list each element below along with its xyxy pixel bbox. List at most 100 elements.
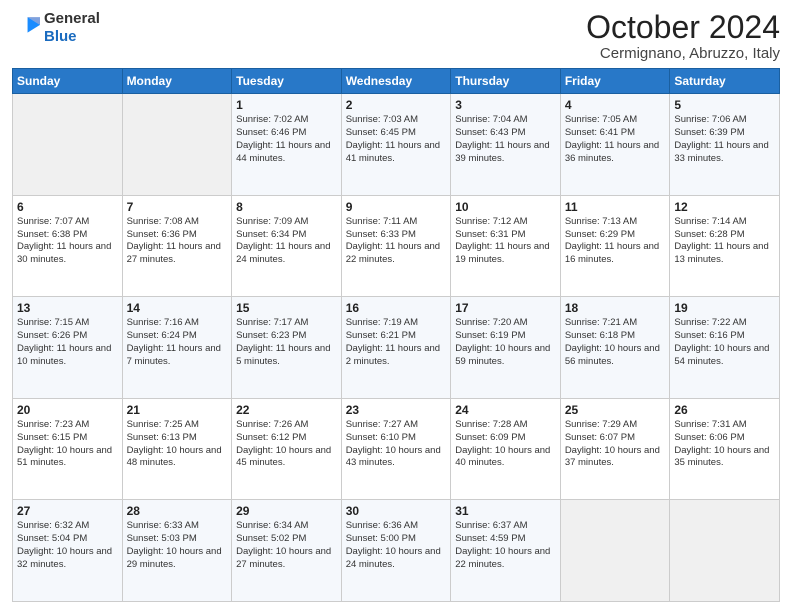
location: Cermignano, Abruzzo, Italy: [586, 45, 780, 62]
calendar-cell: 25 Sunrise: 7:29 AM Sunset: 6:07 PM Dayli…: [560, 398, 670, 500]
day-info: Sunrise: 7:08 AM Sunset: 6:36 PM Dayligh…: [127, 216, 228, 267]
day-number: 21: [127, 403, 228, 417]
logo-text: General Blue: [44, 10, 100, 46]
day-number: 10: [455, 200, 556, 214]
day-info: Sunrise: 6:34 AM Sunset: 5:02 PM Dayligh…: [236, 520, 337, 571]
calendar-cell: 12 Sunrise: 7:14 AM Sunset: 6:28 PM Dayli…: [670, 195, 780, 297]
calendar-cell: 26 Sunrise: 7:31 AM Sunset: 6:06 PM Dayli…: [670, 398, 780, 500]
day-number: 25: [565, 403, 666, 417]
calendar-cell: 10 Sunrise: 7:12 AM Sunset: 6:31 PM Dayli…: [451, 195, 561, 297]
day-number: 13: [17, 301, 118, 315]
calendar-cell: 27 Sunrise: 6:32 AM Sunset: 5:04 PM Dayli…: [13, 500, 123, 602]
day-number: 27: [17, 504, 118, 518]
title-block: October 2024 Cermignano, Abruzzo, Italy: [586, 10, 780, 62]
day-number: 20: [17, 403, 118, 417]
day-number: 30: [346, 504, 447, 518]
day-number: 4: [565, 98, 666, 112]
calendar-cell: 24 Sunrise: 7:28 AM Sunset: 6:09 PM Dayli…: [451, 398, 561, 500]
day-number: 11: [565, 200, 666, 214]
day-number: 19: [674, 301, 775, 315]
day-number: 12: [674, 200, 775, 214]
col-thursday: Thursday: [451, 69, 561, 94]
calendar-cell: [122, 94, 232, 196]
day-info: Sunrise: 7:09 AM Sunset: 6:34 PM Dayligh…: [236, 216, 337, 267]
day-number: 18: [565, 301, 666, 315]
day-number: 3: [455, 98, 556, 112]
day-info: Sunrise: 7:05 AM Sunset: 6:41 PM Dayligh…: [565, 114, 666, 165]
header: General Blue October 2024 Cermignano, Ab…: [12, 10, 780, 62]
calendar-cell: [13, 94, 123, 196]
day-info: Sunrise: 7:12 AM Sunset: 6:31 PM Dayligh…: [455, 216, 556, 267]
day-info: Sunrise: 7:06 AM Sunset: 6:39 PM Dayligh…: [674, 114, 775, 165]
month-title: October 2024: [586, 10, 780, 45]
day-info: Sunrise: 7:29 AM Sunset: 6:07 PM Dayligh…: [565, 419, 666, 470]
day-info: Sunrise: 6:32 AM Sunset: 5:04 PM Dayligh…: [17, 520, 118, 571]
day-number: 5: [674, 98, 775, 112]
calendar-cell: 6 Sunrise: 7:07 AM Sunset: 6:38 PM Daylig…: [13, 195, 123, 297]
calendar-cell: [560, 500, 670, 602]
calendar-cell: [670, 500, 780, 602]
day-info: Sunrise: 7:22 AM Sunset: 6:16 PM Dayligh…: [674, 317, 775, 368]
calendar-cell: 2 Sunrise: 7:03 AM Sunset: 6:45 PM Daylig…: [341, 94, 451, 196]
col-saturday: Saturday: [670, 69, 780, 94]
calendar-cell: 7 Sunrise: 7:08 AM Sunset: 6:36 PM Daylig…: [122, 195, 232, 297]
calendar-cell: 16 Sunrise: 7:19 AM Sunset: 6:21 PM Dayli…: [341, 297, 451, 399]
day-info: Sunrise: 7:11 AM Sunset: 6:33 PM Dayligh…: [346, 216, 447, 267]
day-info: Sunrise: 7:28 AM Sunset: 6:09 PM Dayligh…: [455, 419, 556, 470]
day-number: 6: [17, 200, 118, 214]
day-number: 22: [236, 403, 337, 417]
calendar-cell: 15 Sunrise: 7:17 AM Sunset: 6:23 PM Dayli…: [232, 297, 342, 399]
day-info: Sunrise: 7:25 AM Sunset: 6:13 PM Dayligh…: [127, 419, 228, 470]
calendar-cell: 17Sunrise: 7:20 AM Sunset: 6:19 PM Dayli…: [451, 297, 561, 399]
day-number: 9: [346, 200, 447, 214]
calendar-cell: 9 Sunrise: 7:11 AM Sunset: 6:33 PM Daylig…: [341, 195, 451, 297]
calendar-cell: 18 Sunrise: 7:21 AM Sunset: 6:18 PM Dayli…: [560, 297, 670, 399]
day-info: Sunrise: 7:02 AM Sunset: 6:46 PM Dayligh…: [236, 114, 337, 165]
col-sunday: Sunday: [13, 69, 123, 94]
day-info: Sunrise: 7:31 AM Sunset: 6:06 PM Dayligh…: [674, 419, 775, 470]
day-info: Sunrise: 7:23 AM Sunset: 6:15 PM Dayligh…: [17, 419, 118, 470]
calendar-cell: 11 Sunrise: 7:13 AM Sunset: 6:29 PM Dayli…: [560, 195, 670, 297]
day-number: 24: [455, 403, 556, 417]
calendar-cell: 28Sunrise: 6:33 AM Sunset: 5:03 PM Dayli…: [122, 500, 232, 602]
calendar-cell: 4 Sunrise: 7:05 AM Sunset: 6:41 PM Daylig…: [560, 94, 670, 196]
col-wednesday: Wednesday: [341, 69, 451, 94]
day-number: 29: [236, 504, 337, 518]
day-number: 7: [127, 200, 228, 214]
day-number: 2: [346, 98, 447, 112]
day-number: 8: [236, 200, 337, 214]
day-number: 26: [674, 403, 775, 417]
day-number: 31: [455, 504, 556, 518]
day-number: 15: [236, 301, 337, 315]
day-number: 23: [346, 403, 447, 417]
calendar-cell: 20 Sunrise: 7:23 AM Sunset: 6:15 PM Dayli…: [13, 398, 123, 500]
calendar-cell: 21 Sunrise: 7:25 AM Sunset: 6:13 PM Dayli…: [122, 398, 232, 500]
calendar-cell: 23Sunrise: 7:27 AM Sunset: 6:10 PM Dayli…: [341, 398, 451, 500]
day-number: 14: [127, 301, 228, 315]
calendar-cell: 30 Sunrise: 6:36 AM Sunset: 5:00 PM Dayli…: [341, 500, 451, 602]
calendar-cell: 22 Sunrise: 7:26 AM Sunset: 6:12 PM Dayli…: [232, 398, 342, 500]
calendar-cell: 31 Sunrise: 6:37 AM Sunset: 4:59 PM Dayli…: [451, 500, 561, 602]
day-number: 16: [346, 301, 447, 315]
day-info: Sunrise: 6:36 AM Sunset: 5:00 PM Dayligh…: [346, 520, 447, 571]
day-info: Sunrise: 6:33 AM Sunset: 5:03 PM Dayligh…: [127, 520, 228, 571]
day-info: Sunrise: 6:37 AM Sunset: 4:59 PM Dayligh…: [455, 520, 556, 571]
day-info: Sunrise: 7:13 AM Sunset: 6:29 PM Dayligh…: [565, 216, 666, 267]
day-info: Sunrise: 7:07 AM Sunset: 6:38 PM Dayligh…: [17, 216, 118, 267]
day-info: Sunrise: 7:16 AM Sunset: 6:24 PM Dayligh…: [127, 317, 228, 368]
day-info: Sunrise: 7:14 AM Sunset: 6:28 PM Dayligh…: [674, 216, 775, 267]
day-info: Sunrise: 7:04 AM Sunset: 6:43 PM Dayligh…: [455, 114, 556, 165]
logo: General Blue: [12, 10, 100, 46]
day-info: Sunrise: 7:17 AM Sunset: 6:23 PM Dayligh…: [236, 317, 337, 368]
day-info: Sunrise: 7:19 AM Sunset: 6:21 PM Dayligh…: [346, 317, 447, 368]
day-info: Sunrise: 7:03 AM Sunset: 6:45 PM Dayligh…: [346, 114, 447, 165]
day-info: Sunrise: 7:21 AM Sunset: 6:18 PM Dayligh…: [565, 317, 666, 368]
day-number: 1: [236, 98, 337, 112]
day-info: Sunrise: 7:26 AM Sunset: 6:12 PM Dayligh…: [236, 419, 337, 470]
calendar-cell: 8 Sunrise: 7:09 AM Sunset: 6:34 PM Daylig…: [232, 195, 342, 297]
calendar-cell: 14 Sunrise: 7:16 AM Sunset: 6:24 PM Dayli…: [122, 297, 232, 399]
day-info: Sunrise: 7:15 AM Sunset: 6:26 PM Dayligh…: [17, 317, 118, 368]
logo-blue: Blue: [44, 28, 77, 45]
calendar-cell: 5 Sunrise: 7:06 AM Sunset: 6:39 PM Daylig…: [670, 94, 780, 196]
calendar-cell: 19 Sunrise: 7:22 AM Sunset: 6:16 PM Dayli…: [670, 297, 780, 399]
